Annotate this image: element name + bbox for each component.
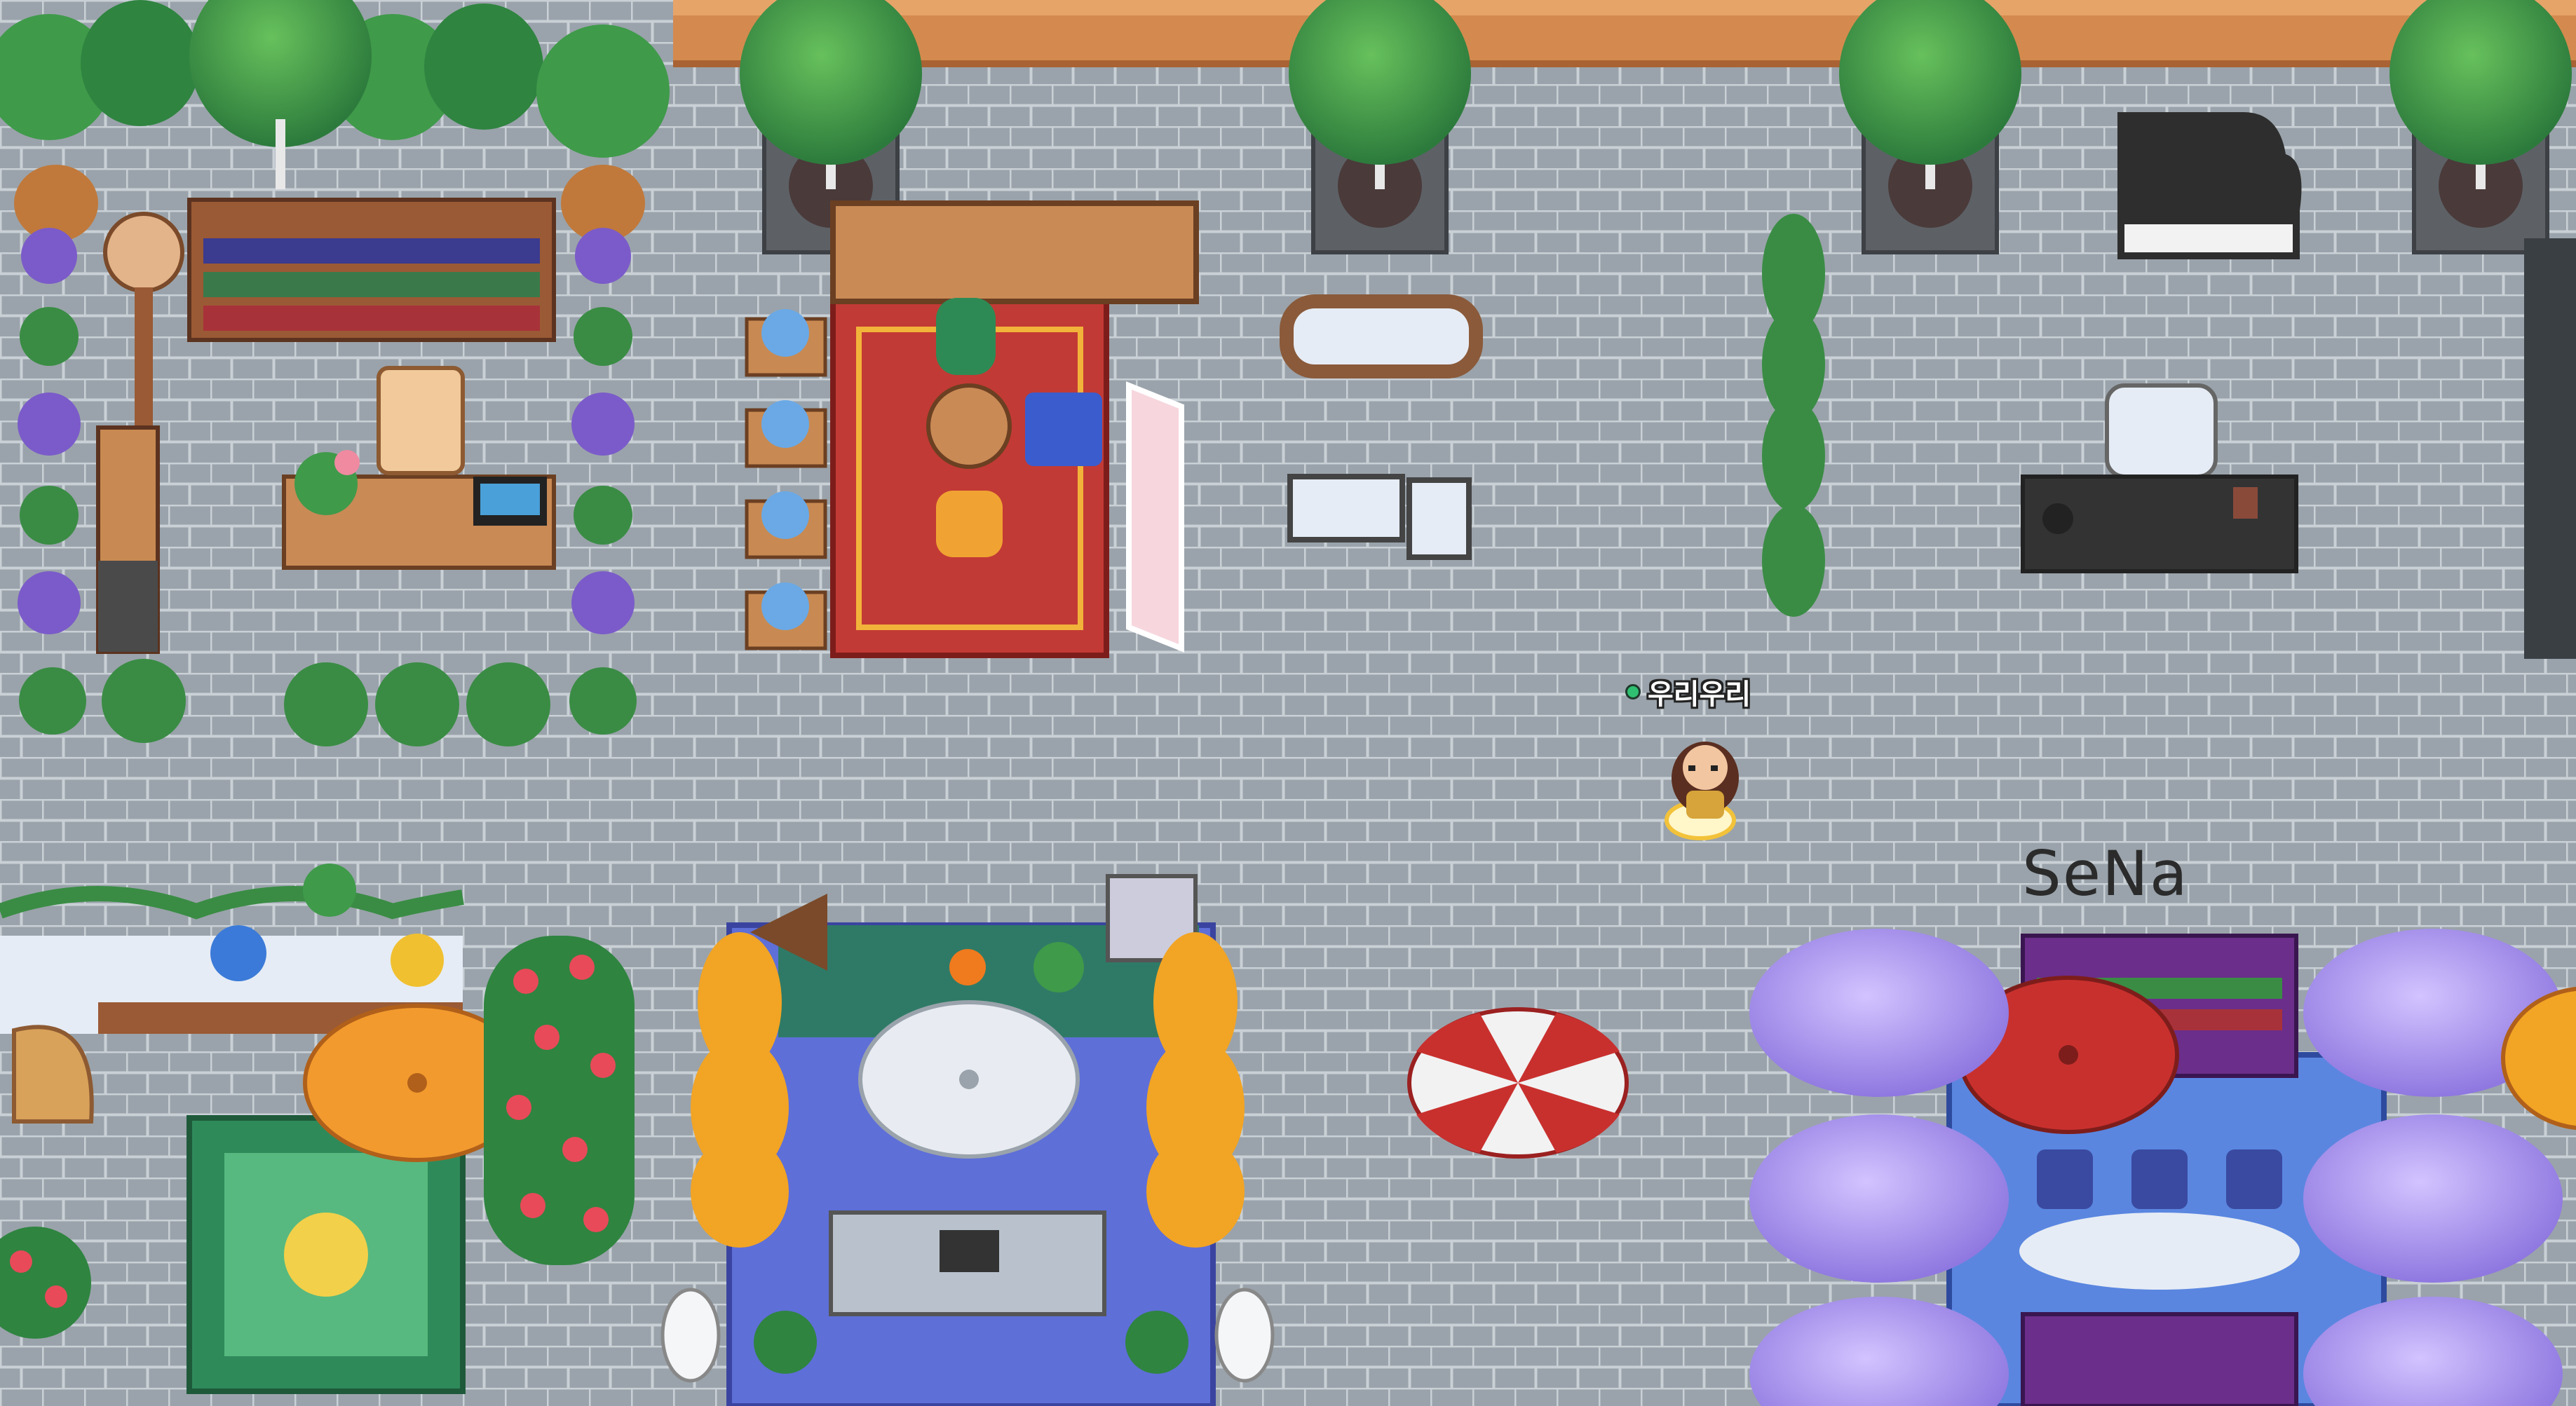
- folding-screen: [1126, 381, 1184, 653]
- grand-piano: [2117, 112, 2302, 259]
- rose-hedge: [484, 936, 635, 1265]
- room-sign-label: SeNa: [2022, 838, 2189, 910]
- potted-tree: [2389, 0, 2572, 254]
- potted-tree: [1839, 0, 2021, 254]
- bookshelf: [187, 198, 556, 342]
- player-name-label: 우리우리: [1648, 678, 1751, 711]
- online-status-icon: [1625, 684, 1641, 699]
- white-umbrella: [858, 1000, 1080, 1159]
- player-nameplate[interactable]: 우리우리: [1625, 671, 1751, 712]
- potted-tree: [1289, 0, 1471, 254]
- red-white-umbrella: [1407, 1007, 1629, 1159]
- white-sofa: [1280, 294, 1483, 378]
- dark-wall-panel: [2524, 238, 2576, 659]
- top-wall: [673, 0, 2576, 67]
- game-scene[interactable]: [0, 0, 2576, 1406]
